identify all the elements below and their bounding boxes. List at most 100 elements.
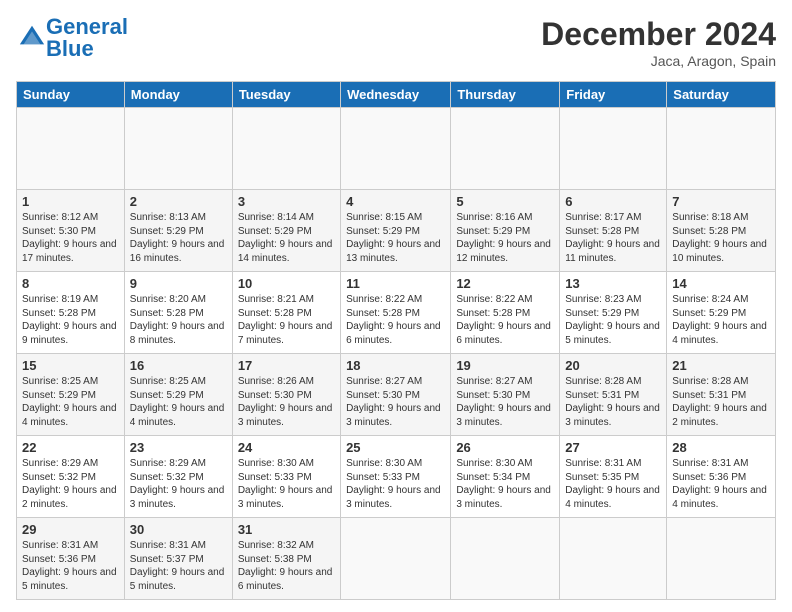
calendar-cell	[341, 108, 451, 190]
day-number: 4	[346, 194, 445, 209]
page-container: General Blue December 2024 Jaca, Aragon,…	[0, 0, 792, 608]
day-number: 17	[238, 358, 335, 373]
calendar-cell	[17, 108, 125, 190]
calendar-week-5: 29 Sunrise: 8:31 AMSunset: 5:36 PMDayligh…	[17, 518, 776, 600]
location: Jaca, Aragon, Spain	[541, 53, 776, 69]
calendar-cell	[560, 518, 667, 600]
day-number: 26	[456, 440, 554, 455]
day-info: Sunrise: 8:23 AMSunset: 5:29 PMDaylight:…	[565, 293, 661, 347]
day-info: Sunrise: 8:13 AMSunset: 5:29 PMDaylight:…	[130, 211, 227, 265]
day-info: Sunrise: 8:19 AMSunset: 5:28 PMDaylight:…	[22, 293, 119, 347]
calendar-cell: 30 Sunrise: 8:31 AMSunset: 5:37 PMDayligh…	[124, 518, 232, 600]
calendar-cell: 14 Sunrise: 8:24 AMSunset: 5:29 PMDayligh…	[667, 272, 776, 354]
day-info: Sunrise: 8:30 AMSunset: 5:33 PMDaylight:…	[346, 457, 445, 511]
logo: General Blue	[16, 16, 128, 60]
calendar-cell: 20Sunrise: 8:28 AMSunset: 5:31 PMDayligh…	[560, 354, 667, 436]
col-saturday: Saturday	[667, 82, 776, 108]
calendar-cell: 23Sunrise: 8:29 AMSunset: 5:32 PMDayligh…	[124, 436, 232, 518]
calendar-header-row: Sunday Monday Tuesday Wednesday Thursday…	[17, 82, 776, 108]
day-number: 24	[238, 440, 335, 455]
day-number: 27	[565, 440, 661, 455]
calendar-week-4: 22 Sunrise: 8:29 AMSunset: 5:32 PMDayligh…	[17, 436, 776, 518]
calendar-cell: 29 Sunrise: 8:31 AMSunset: 5:36 PMDayligh…	[17, 518, 125, 600]
day-info: Sunrise: 8:31 AMSunset: 5:37 PMDaylight:…	[130, 539, 227, 593]
calendar-cell: 27 Sunrise: 8:31 AMSunset: 5:35 PMDayligh…	[560, 436, 667, 518]
calendar-cell	[451, 108, 560, 190]
calendar: Sunday Monday Tuesday Wednesday Thursday…	[16, 81, 776, 600]
day-number: 5	[456, 194, 554, 209]
calendar-cell	[124, 108, 232, 190]
month-year: December 2024	[541, 16, 776, 53]
calendar-cell	[667, 108, 776, 190]
day-number: 8	[22, 276, 119, 291]
day-info: Sunrise: 8:16 AMSunset: 5:29 PMDaylight:…	[456, 211, 554, 265]
day-info: Sunrise: 8:18 AMSunset: 5:28 PMDaylight:…	[672, 211, 770, 265]
logo-blue: Blue	[46, 36, 94, 61]
day-number: 9	[130, 276, 227, 291]
calendar-cell: 15 Sunrise: 8:25 AMSunset: 5:29 PMDayligh…	[17, 354, 125, 436]
day-number: 29	[22, 522, 119, 537]
day-number: 7	[672, 194, 770, 209]
calendar-week-0	[17, 108, 776, 190]
calendar-cell: 26 Sunrise: 8:30 AMSunset: 5:34 PMDayligh…	[451, 436, 560, 518]
col-thursday: Thursday	[451, 82, 560, 108]
day-number: 28	[672, 440, 770, 455]
day-info: Sunrise: 8:12 AMSunset: 5:30 PMDaylight:…	[22, 211, 119, 265]
day-info: Sunrise: 8:29 AMSunset: 5:32 PMDaylight:…	[22, 457, 119, 511]
calendar-cell: 28 Sunrise: 8:31 AMSunset: 5:36 PMDayligh…	[667, 436, 776, 518]
day-number: 31	[238, 522, 335, 537]
calendar-cell	[451, 518, 560, 600]
calendar-week-2: 8 Sunrise: 8:19 AMSunset: 5:28 PMDaylight…	[17, 272, 776, 354]
day-number: 14	[672, 276, 770, 291]
calendar-cell	[560, 108, 667, 190]
calendar-cell: 24 Sunrise: 8:30 AMSunset: 5:33 PMDayligh…	[232, 436, 340, 518]
calendar-cell	[341, 518, 451, 600]
day-number: 11	[346, 276, 445, 291]
day-info: Sunrise: 8:32 AMSunset: 5:38 PMDaylight:…	[238, 539, 335, 593]
day-info: Sunrise: 8:31 AMSunset: 5:35 PMDaylight:…	[565, 457, 661, 511]
calendar-cell: 2Sunrise: 8:13 AMSunset: 5:29 PMDaylight…	[124, 190, 232, 272]
day-info: Sunrise: 8:14 AMSunset: 5:29 PMDaylight:…	[238, 211, 335, 265]
day-info: Sunrise: 8:31 AMSunset: 5:36 PMDaylight:…	[672, 457, 770, 511]
day-number: 22	[22, 440, 119, 455]
header: General Blue December 2024 Jaca, Aragon,…	[16, 16, 776, 69]
col-tuesday: Tuesday	[232, 82, 340, 108]
col-sunday: Sunday	[17, 82, 125, 108]
day-info: Sunrise: 8:31 AMSunset: 5:36 PMDaylight:…	[22, 539, 119, 593]
calendar-cell: 25 Sunrise: 8:30 AMSunset: 5:33 PMDayligh…	[341, 436, 451, 518]
day-info: Sunrise: 8:27 AMSunset: 5:30 PMDaylight:…	[346, 375, 445, 429]
day-info: Sunrise: 8:22 AMSunset: 5:28 PMDaylight:…	[456, 293, 554, 347]
day-number: 6	[565, 194, 661, 209]
day-number: 19	[456, 358, 554, 373]
calendar-cell: 21Sunrise: 8:28 AMSunset: 5:31 PMDayligh…	[667, 354, 776, 436]
day-info: Sunrise: 8:27 AMSunset: 5:30 PMDaylight:…	[456, 375, 554, 429]
day-number: 21	[672, 358, 770, 373]
day-number: 16	[130, 358, 227, 373]
calendar-week-1: 1Sunrise: 8:12 AMSunset: 5:30 PMDaylight…	[17, 190, 776, 272]
calendar-cell: 11Sunrise: 8:22 AMSunset: 5:28 PMDayligh…	[341, 272, 451, 354]
day-info: Sunrise: 8:21 AMSunset: 5:28 PMDaylight:…	[238, 293, 335, 347]
calendar-cell: 6 Sunrise: 8:17 AMSunset: 5:28 PMDaylight…	[560, 190, 667, 272]
calendar-cell: 8 Sunrise: 8:19 AMSunset: 5:28 PMDaylight…	[17, 272, 125, 354]
day-number: 23	[130, 440, 227, 455]
day-number: 15	[22, 358, 119, 373]
day-number: 3	[238, 194, 335, 209]
day-number: 12	[456, 276, 554, 291]
calendar-cell: 13Sunrise: 8:23 AMSunset: 5:29 PMDayligh…	[560, 272, 667, 354]
day-info: Sunrise: 8:24 AMSunset: 5:29 PMDaylight:…	[672, 293, 770, 347]
calendar-cell: 9Sunrise: 8:20 AMSunset: 5:28 PMDaylight…	[124, 272, 232, 354]
calendar-cell: 5 Sunrise: 8:16 AMSunset: 5:29 PMDaylight…	[451, 190, 560, 272]
day-info: Sunrise: 8:30 AMSunset: 5:33 PMDaylight:…	[238, 457, 335, 511]
calendar-cell: 31 Sunrise: 8:32 AMSunset: 5:38 PMDayligh…	[232, 518, 340, 600]
day-number: 30	[130, 522, 227, 537]
day-info: Sunrise: 8:30 AMSunset: 5:34 PMDaylight:…	[456, 457, 554, 511]
calendar-cell: 19 Sunrise: 8:27 AMSunset: 5:30 PMDayligh…	[451, 354, 560, 436]
day-number: 25	[346, 440, 445, 455]
day-info: Sunrise: 8:17 AMSunset: 5:28 PMDaylight:…	[565, 211, 661, 265]
logo-text: General Blue	[46, 16, 128, 60]
day-info: Sunrise: 8:25 AMSunset: 5:29 PMDaylight:…	[22, 375, 119, 429]
calendar-cell: 10Sunrise: 8:21 AMSunset: 5:28 PMDayligh…	[232, 272, 340, 354]
calendar-cell: 18Sunrise: 8:27 AMSunset: 5:30 PMDayligh…	[341, 354, 451, 436]
calendar-cell	[667, 518, 776, 600]
calendar-cell: 12 Sunrise: 8:22 AMSunset: 5:28 PMDayligh…	[451, 272, 560, 354]
